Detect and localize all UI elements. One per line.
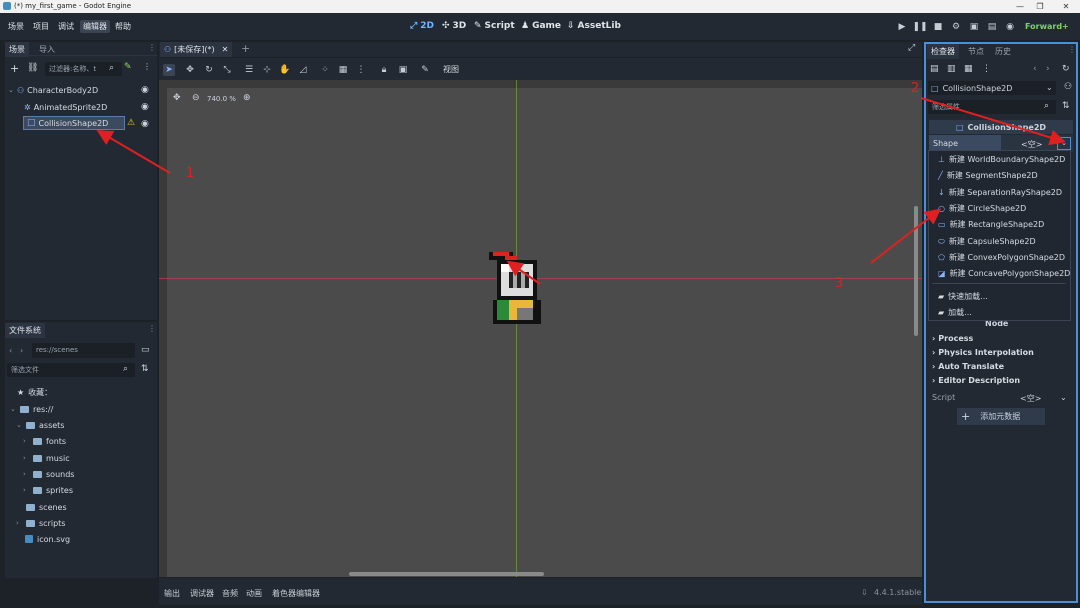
annotation-arrow-3 xyxy=(870,208,942,264)
annotation-label-2: 2 xyxy=(911,81,920,96)
annotation-arrow-1 xyxy=(96,129,171,174)
annotation-arrow-sprite xyxy=(506,260,541,285)
annotation-label-3: 3 xyxy=(835,276,844,291)
annotation-label-1: 1 xyxy=(186,166,195,181)
annotation-arrow-2 xyxy=(920,97,1066,146)
